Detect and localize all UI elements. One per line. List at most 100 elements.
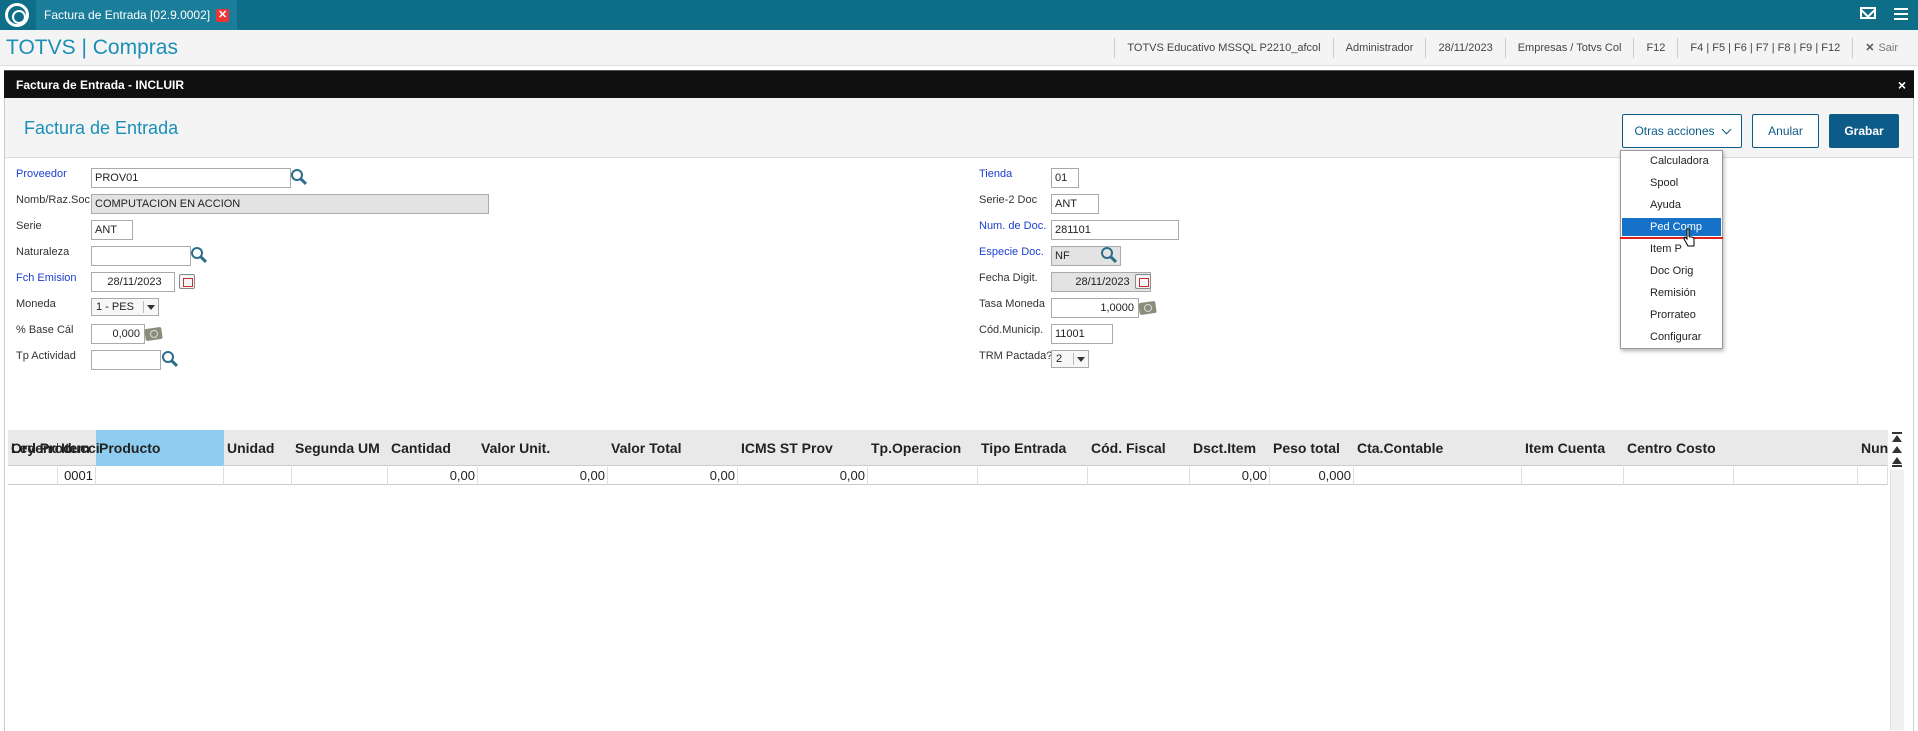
tp-actividad-search-icon[interactable]: [162, 351, 174, 363]
menu-icon[interactable]: [1894, 8, 1908, 20]
col-peso-total[interactable]: Peso total: [1270, 430, 1354, 466]
cell-valor-total[interactable]: 0,00: [608, 467, 738, 485]
shortcut-keys[interactable]: F4 | F5 | F6 | F7 | F8 | F9 | F12: [1677, 38, 1852, 58]
money-icon[interactable]: [144, 326, 163, 342]
tab-close-icon[interactable]: ✕: [216, 8, 230, 22]
menu-item-ayuda[interactable]: Ayuda: [1622, 196, 1721, 214]
cell-cantidad[interactable]: 0,00: [388, 467, 478, 485]
exit-label: Sair: [1878, 42, 1898, 54]
anular-button[interactable]: Anular: [1752, 114, 1819, 148]
menu-item-doc-orig[interactable]: Doc Orig: [1622, 262, 1721, 280]
proveedor-field[interactable]: PROV01: [91, 168, 291, 188]
tasa-moneda-field[interactable]: 1,0000: [1051, 298, 1139, 318]
cell-item-cuenta[interactable]: [1522, 467, 1624, 485]
col-tp-operacion[interactable]: Tp.Operacion: [868, 430, 978, 466]
col-icms-st-prov[interactable]: ICMS ST Prov: [738, 430, 868, 466]
environment-label: TOTVS Educativo MSSQL P2210_afcol: [1114, 38, 1332, 58]
cell-centro-costo[interactable]: [1624, 467, 1734, 485]
col-cod-fiscal[interactable]: Cód. Fiscal: [1088, 430, 1190, 466]
scroll-up-icon[interactable]: [1892, 446, 1902, 453]
menu-item-remision[interactable]: Remisión: [1622, 284, 1721, 302]
col-item-cuenta[interactable]: Item Cuenta: [1522, 430, 1624, 466]
base-cal-field[interactable]: 0,000: [91, 324, 145, 344]
cell-valor-unit[interactable]: 0,00: [478, 467, 608, 485]
menu-item-calculadora[interactable]: Calculadora: [1622, 152, 1721, 170]
menu-item-spool[interactable]: Spool: [1622, 174, 1721, 192]
col-cta-contable[interactable]: Cta.Contable: [1354, 430, 1522, 466]
help-key[interactable]: F12: [1633, 38, 1677, 58]
calendar-icon[interactable]: [1135, 274, 1151, 289]
trm-pactada-select[interactable]: 2: [1051, 350, 1089, 368]
col-producto[interactable]: Producto: [96, 430, 224, 466]
menu-item-item-p[interactable]: Item P: [1622, 240, 1721, 258]
col-centro-costo[interactable]: Centro Costo: [1624, 430, 1734, 466]
num-doc-field[interactable]: 281101: [1051, 220, 1179, 240]
cod-municip-field[interactable]: 11001: [1051, 324, 1113, 344]
naturaleza-search-icon[interactable]: [191, 247, 203, 259]
menu-item-ped-comp[interactable]: Ped Comp: [1622, 218, 1721, 236]
cell-tipo-entrada[interactable]: [978, 467, 1088, 485]
otras-acciones-button[interactable]: Otras acciones: [1622, 114, 1742, 148]
company-label[interactable]: Empresas / Totvs Col: [1504, 38, 1634, 58]
dialog-close-icon[interactable]: ×: [1898, 71, 1906, 99]
num-doc-label: Num. de Doc.: [979, 220, 1047, 232]
col-nun[interactable]: Nun: [1858, 430, 1888, 466]
scroll-bottom-bar: [1892, 465, 1902, 467]
col-segunda-um[interactable]: Segunda UM: [292, 430, 388, 466]
proveedor-search-icon[interactable]: [291, 169, 303, 181]
col-valor-total[interactable]: Valor Total: [608, 430, 738, 466]
cell-nun[interactable]: [1858, 467, 1888, 485]
cell-cta-contable[interactable]: [1354, 467, 1522, 485]
scroll-top-icon[interactable]: [1892, 435, 1902, 442]
tab-label: Factura de Entrada [02.9.0002]: [44, 8, 211, 22]
moneda-select[interactable]: 1 - PES: [91, 298, 159, 316]
nomb-label: Nomb/Raz.Soc: [16, 194, 90, 206]
exit-button[interactable]: ✕ Sair: [1852, 38, 1910, 58]
scroll-page-up-icon[interactable]: [1892, 457, 1902, 464]
scroll-top-bar: [1892, 432, 1902, 434]
cell-leyend[interactable]: [8, 467, 58, 485]
col-dsct-item[interactable]: Dsct.Item: [1190, 430, 1270, 466]
cell-dsct-item[interactable]: 0,00: [1190, 467, 1270, 485]
table-row[interactable]: 0001 0,00 0,00 0,00 0,00 0,00 0,000: [8, 467, 1888, 485]
cell-icms-st-prov[interactable]: 0,00: [738, 467, 868, 485]
cell-segunda-um[interactable]: [292, 467, 388, 485]
cod-municip-label: Cód.Municip.: [979, 324, 1044, 336]
nomb-field[interactable]: COMPUTACION EN ACCION: [91, 194, 489, 214]
tab-factura-entrada[interactable]: Factura de Entrada [02.9.0002] ✕: [36, 0, 238, 30]
serie-field[interactable]: ANT: [91, 220, 133, 240]
tasa-moneda-label: Tasa Moneda: [979, 298, 1046, 310]
tp-actividad-field[interactable]: [91, 350, 161, 370]
naturaleza-field[interactable]: [91, 246, 191, 266]
cell-unidad[interactable]: [224, 467, 292, 485]
col-tipo-entrada[interactable]: Tipo Entrada: [978, 430, 1088, 466]
cell-producto[interactable]: [96, 467, 224, 485]
col-valor-unit[interactable]: Valor Unit.: [478, 430, 608, 466]
col-cantidad[interactable]: Cantidad: [388, 430, 478, 466]
date-label: 28/11/2023: [1425, 38, 1504, 58]
cell-tp-operacion[interactable]: [868, 467, 978, 485]
header-info: TOTVS Educativo MSSQL P2210_afcol Admini…: [1114, 30, 1910, 66]
trm-pactada-value: 2: [1056, 353, 1063, 365]
vertical-scrollbar[interactable]: [1890, 470, 1904, 730]
serie2-field[interactable]: ANT: [1051, 194, 1099, 214]
money-icon[interactable]: [1138, 300, 1157, 316]
totvs-logo-icon[interactable]: [5, 3, 29, 27]
cell-peso-total[interactable]: 0,000: [1270, 467, 1354, 485]
fch-emision-field[interactable]: 28/11/2023: [91, 272, 175, 292]
user-label: Administrador: [1332, 38, 1426, 58]
especie-search-icon[interactable]: [1101, 247, 1113, 259]
tienda-field[interactable]: 01: [1051, 168, 1079, 188]
mail-icon[interactable]: [1860, 7, 1876, 19]
grabar-button[interactable]: Grabar: [1829, 114, 1899, 148]
menu-item-configurar[interactable]: Configurar: [1622, 328, 1721, 346]
col-ord-producci[interactable]: Ord Producci: [8, 430, 100, 466]
cell-ord-producci[interactable]: [1734, 467, 1858, 485]
otras-acciones-label: Otras acciones: [1634, 124, 1715, 138]
calendar-icon[interactable]: [179, 274, 195, 289]
col-unidad[interactable]: Unidad: [224, 430, 292, 466]
chevron-down-icon: [147, 305, 155, 310]
cell-cod-fiscal[interactable]: [1088, 467, 1190, 485]
menu-item-prorrateo[interactable]: Prorrateo: [1622, 306, 1721, 324]
cell-item[interactable]: 0001: [58, 467, 96, 485]
